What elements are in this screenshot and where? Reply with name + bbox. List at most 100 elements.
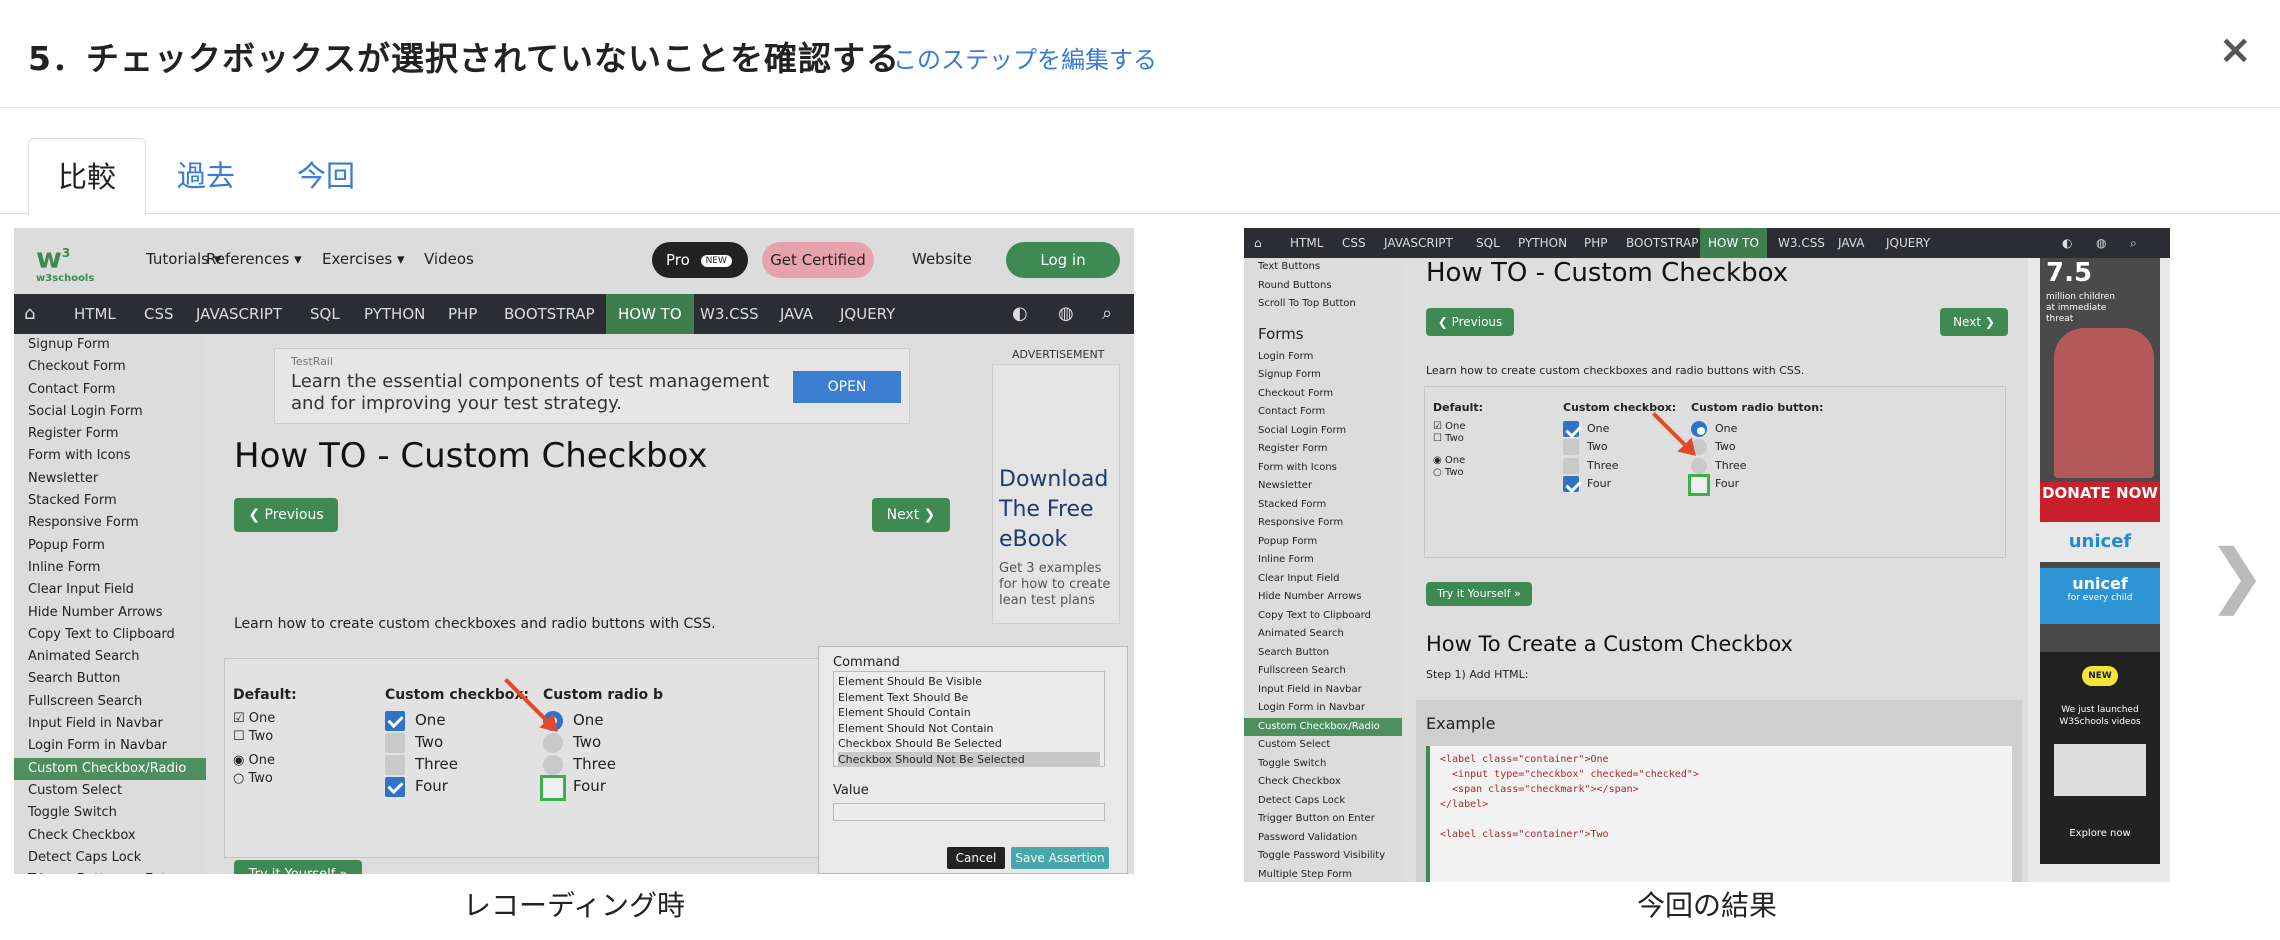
sidebar-item[interactable]: Detect Caps Lock <box>1244 792 1402 811</box>
custom-checkbox-two[interactable] <box>385 733 405 753</box>
sidebar-item[interactable]: Password Validation <box>1244 829 1402 848</box>
custom-checkbox-three[interactable] <box>385 755 405 775</box>
sidebar-item[interactable]: Checkout Form <box>1244 385 1402 404</box>
sidebar-item[interactable]: Form with Icons <box>14 445 206 467</box>
sidebar-item[interactable]: Copy Text to Clipboard <box>1244 607 1402 626</box>
command-option[interactable]: Element Should Contain <box>838 705 1100 721</box>
sidebar-item[interactable]: Hide Number Arrows <box>1244 588 1402 607</box>
sidebar-item[interactable]: Input Field in Navbar <box>14 713 206 735</box>
edit-step-link[interactable]: このステップを編集する <box>893 40 1157 75</box>
value-input[interactable] <box>833 803 1105 821</box>
sidebar-item[interactable]: Checkout Form <box>14 356 206 378</box>
sidebar-item[interactable]: Signup Form <box>1244 366 1402 385</box>
custom-checkbox-one[interactable] <box>1563 421 1579 437</box>
sidebar-item[interactable]: Login Form <box>1244 348 1402 367</box>
get-certified-button[interactable]: Get Certified <box>762 242 874 278</box>
try-it-button[interactable]: Try it Yourself » <box>234 860 362 874</box>
sidebar-item[interactable]: Newsletter <box>1244 477 1402 496</box>
sidebar-item[interactable]: Stacked Form <box>1244 496 1402 515</box>
tab-current[interactable]: 今回 <box>270 138 382 214</box>
sidebar-item[interactable]: Contact Form <box>1244 403 1402 422</box>
sidebar-item[interactable]: Search Button <box>14 668 206 690</box>
sidebar-item[interactable]: Popup Form <box>14 535 206 557</box>
explore-now-link[interactable]: Explore now <box>2040 828 2160 839</box>
sidebar-item[interactable]: Toggle Password Visibility <box>1244 847 1402 866</box>
sidebar-item[interactable]: Multiple Step Form <box>1244 866 1402 883</box>
sidebar-item[interactable]: Custom Select <box>14 780 206 802</box>
nav-javascript[interactable]: JAVASCRIPT <box>196 294 282 334</box>
nav-java[interactable]: JAVA <box>780 294 813 334</box>
sidebar-item[interactable]: Social Login Form <box>14 401 206 423</box>
sidebar-item[interactable]: Social Login Form <box>1244 422 1402 441</box>
close-icon[interactable]: × <box>2218 30 2252 70</box>
default-radio-one[interactable]: ◉ One <box>233 753 275 768</box>
contrast-icon[interactable]: ◐ <box>1012 294 1028 334</box>
sidebar-item[interactable]: Copy Text to Clipboard <box>14 624 206 646</box>
nav-howto[interactable]: HOW TO <box>1700 228 1767 258</box>
nav-howto[interactable]: HOW TO <box>606 294 694 334</box>
nav-bootstrap[interactable]: BOOTSTRAP <box>504 294 595 334</box>
nav-php[interactable]: PHP <box>1584 228 1608 258</box>
sidebar-item[interactable]: Check Checkbox <box>1244 773 1402 792</box>
sidebar-item[interactable]: Fullscreen Search <box>14 691 206 713</box>
nav-html[interactable]: HTML <box>1290 228 1323 258</box>
menu-videos[interactable]: Videos <box>424 250 474 268</box>
sidebar-item[interactable]: Search Button <box>1244 644 1402 663</box>
next-button[interactable]: Next ❯ <box>872 498 950 532</box>
home-icon[interactable]: ⌂ <box>1254 228 1262 258</box>
next-arrow-icon[interactable]: ❯ <box>2207 540 2266 610</box>
globe-icon[interactable]: ◍ <box>1058 294 1074 334</box>
nav-html[interactable]: HTML <box>74 294 116 334</box>
custom-radio-three[interactable] <box>543 755 563 775</box>
command-option[interactable]: Element Text Should Be <box>838 690 1100 706</box>
try-it-button[interactable]: Try it Yourself » <box>1426 582 1532 606</box>
nav-jquery[interactable]: JQUERY <box>840 294 895 334</box>
sidebar-item[interactable]: Animated Search <box>14 646 206 668</box>
cancel-button[interactable]: Cancel <box>947 847 1005 869</box>
custom-checkbox-three[interactable] <box>1563 458 1579 474</box>
sidebar-item[interactable]: Contact Form <box>14 379 206 401</box>
sidebar-item[interactable]: Check Checkbox <box>14 825 206 847</box>
command-option[interactable]: Checkbox Should Not Be Selected <box>838 751 1100 767</box>
nav-w3css[interactable]: W3.CSS <box>1778 228 1825 258</box>
sidebar-item[interactable]: Clear Input Field <box>1244 570 1402 589</box>
sidebar-item[interactable]: Signup Form <box>14 334 206 356</box>
nav-bootstrap[interactable]: BOOTSTRAP <box>1626 228 1699 258</box>
sidebar-item[interactable]: Custom Select <box>1244 736 1402 755</box>
sidebar-item[interactable]: Fullscreen Search <box>1244 662 1402 681</box>
sidebar-item[interactable]: Round Buttons <box>1244 277 1402 296</box>
sidebar-item[interactable]: Toggle Switch <box>14 802 206 824</box>
sidebar-item[interactable]: Responsive Form <box>14 512 206 534</box>
nav-python[interactable]: PYTHON <box>1518 228 1567 258</box>
sidebar-item[interactable]: Login Form in Navbar <box>1244 699 1402 718</box>
default-checkbox-two[interactable]: ☐ Two <box>1433 433 1464 444</box>
next-button[interactable]: Next ❯ <box>1940 308 2008 336</box>
custom-radio-three[interactable] <box>1691 458 1707 474</box>
nav-php[interactable]: PHP <box>448 294 477 334</box>
command-option[interactable]: Element Should Not Contain <box>838 721 1100 737</box>
sidebar-item[interactable]: Stacked Form <box>14 490 206 512</box>
tab-compare[interactable]: 比較 <box>28 138 146 215</box>
login-button[interactable]: Log in <box>1006 242 1120 278</box>
sidebar-item[interactable]: Input Field in Navbar <box>1244 681 1402 700</box>
sidebar-item[interactable]: Form with Icons <box>1244 459 1402 478</box>
sidebar-item[interactable]: Trigger Button on Enter <box>1244 810 1402 829</box>
highlighted-radio-four[interactable] <box>540 775 566 801</box>
sidebar-item[interactable]: Toggle Switch <box>1244 755 1402 774</box>
home-icon[interactable]: ⌂ <box>24 294 35 334</box>
sidebar-item[interactable]: Inline Form <box>14 557 206 579</box>
sidebar-item[interactable]: Hide Number Arrows <box>14 602 206 624</box>
sidebar-item[interactable]: Animated Search <box>1244 625 1402 644</box>
sidebar-item[interactable]: Popup Form <box>1244 533 1402 552</box>
sidebar-item[interactable]: Clear Input Field <box>14 579 206 601</box>
nav-python[interactable]: PYTHON <box>364 294 425 334</box>
nav-jquery[interactable]: JQUERY <box>1886 228 1930 258</box>
tab-past[interactable]: 過去 <box>150 138 262 214</box>
default-checkbox-two[interactable]: ☐ Two <box>233 729 273 744</box>
custom-checkbox-one[interactable] <box>385 711 405 731</box>
search-icon[interactable]: ⌕ <box>2130 228 2137 258</box>
menu-references[interactable]: References ▾ <box>206 250 302 268</box>
pro-button[interactable]: Pro NEW <box>652 242 748 278</box>
website-link[interactable]: Website <box>912 250 972 268</box>
previous-button[interactable]: ❮ Previous <box>1426 308 1514 336</box>
